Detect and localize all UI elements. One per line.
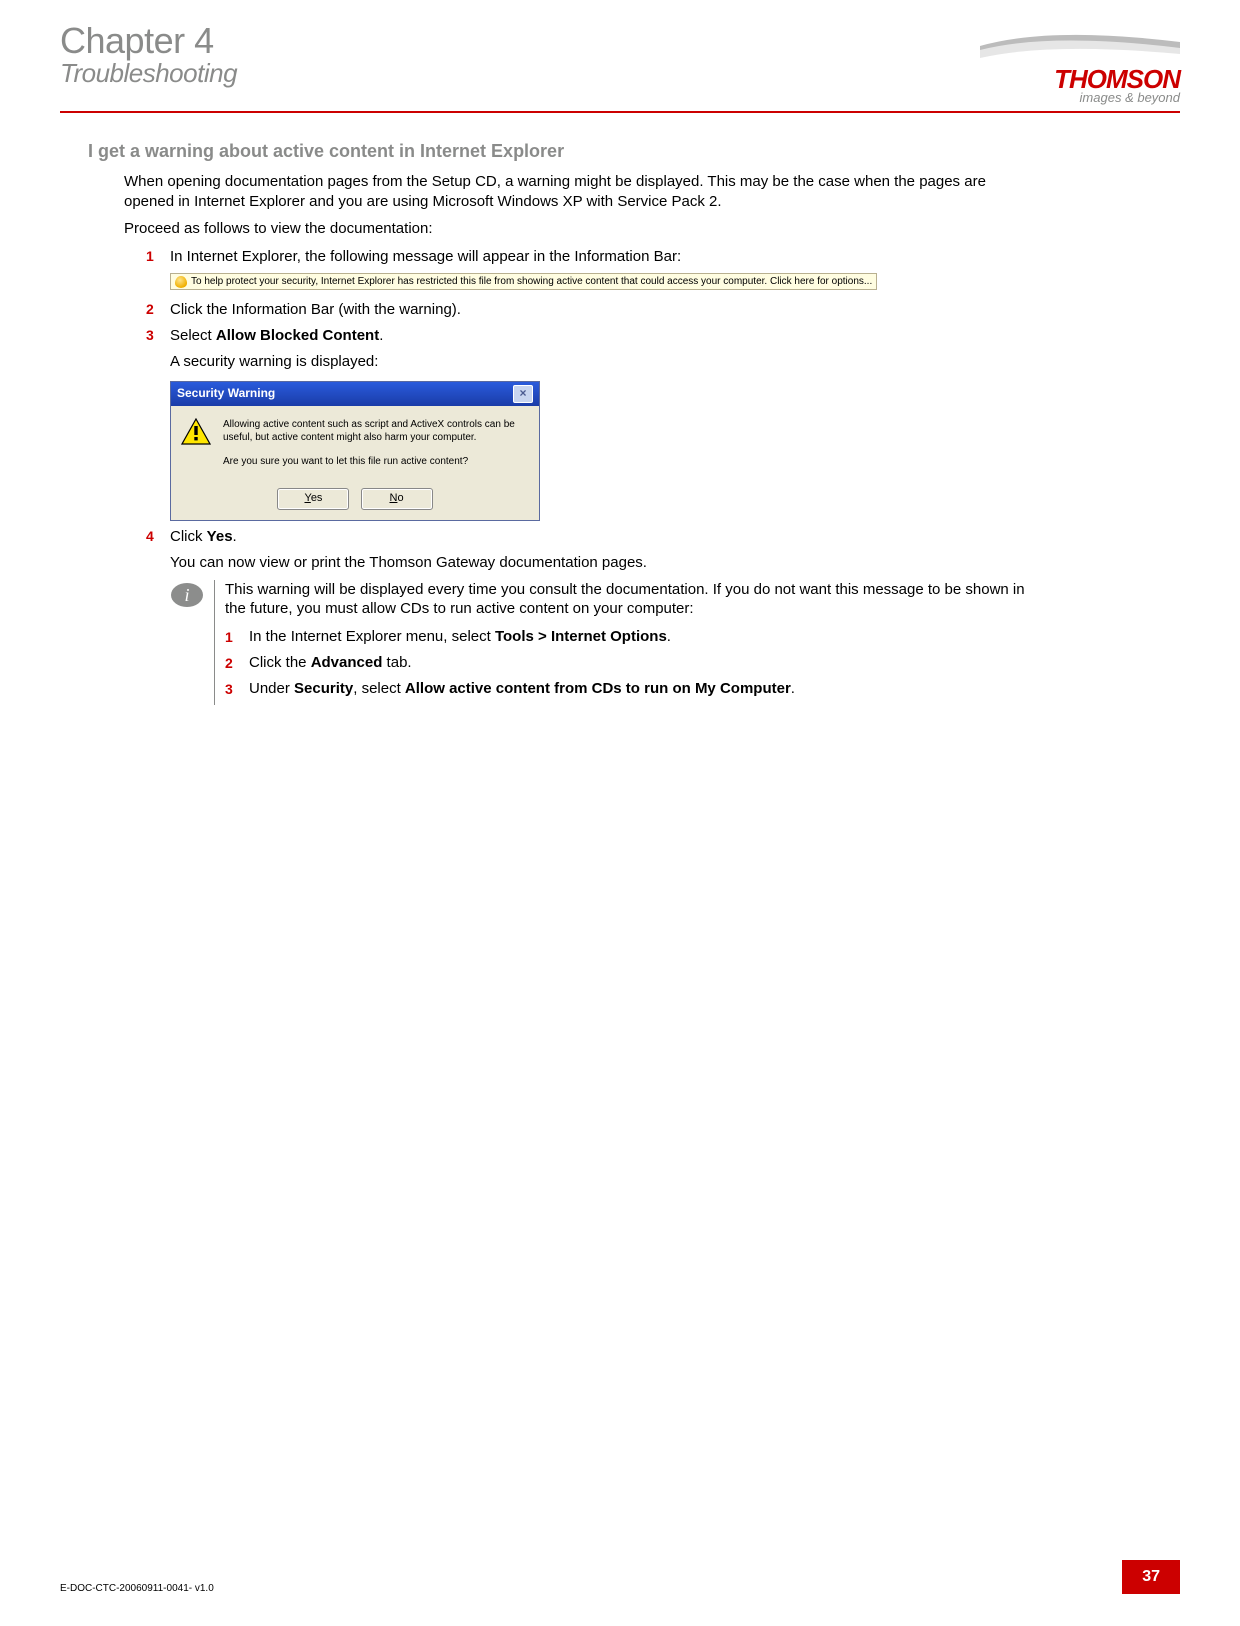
content-area: I get a warning about active content in … — [60, 141, 1180, 705]
page-number: 37 — [1122, 1560, 1180, 1594]
dialog-body: Allowing active content such as script a… — [171, 406, 539, 487]
n2-suffix: tab. — [382, 654, 411, 671]
step-number: 1 — [225, 627, 249, 647]
info-note: i This warning will be displayed every t… — [170, 580, 1040, 706]
warning-icon — [181, 418, 211, 446]
n3-mid: , select — [353, 680, 405, 697]
step-1: 1 In Internet Explorer, the following me… — [146, 247, 1040, 294]
step-4: 4 Click Yes. You can now view or print t… — [146, 527, 1040, 574]
n2-bold: Advanced — [311, 654, 383, 671]
svg-text:i: i — [184, 585, 189, 605]
step-text: In the Internet Explorer menu, select To… — [249, 627, 1040, 647]
info-icon: i — [170, 582, 204, 608]
section-heading: I get a warning about active content in … — [88, 141, 1040, 162]
dialog-line-2: Are you sure you want to let this file r… — [223, 455, 529, 469]
note-step-3: 3 Under Security, select Allow active co… — [225, 679, 1040, 699]
note-intro: This warning will be displayed every tim… — [225, 580, 1040, 619]
n1-bold: Tools > Internet Options — [495, 628, 667, 645]
n3-bold2: Allow active content from CDs to run on … — [405, 680, 791, 697]
brand-swoosh-graphic — [980, 32, 1180, 68]
section-body: When opening documentation pages from th… — [124, 172, 1040, 705]
swoosh-icon — [980, 32, 1180, 68]
dialog-buttons: Yes No — [171, 486, 539, 520]
dialog-title-text: Security Warning — [177, 385, 275, 401]
step-number: 3 — [225, 679, 249, 699]
step-text: Select Allow Blocked Content. A security… — [170, 326, 1040, 521]
yes-button: Yes — [277, 488, 349, 510]
n3-suffix: . — [791, 680, 795, 697]
step-1-text: In Internet Explorer, the following mess… — [170, 248, 681, 265]
step-3-bold: Allow Blocked Content — [216, 327, 379, 344]
n2-prefix: Click the — [249, 654, 311, 671]
header-rule — [60, 111, 1180, 113]
step-4-bold: Yes — [207, 528, 233, 545]
note-step-1: 1 In the Internet Explorer menu, select … — [225, 627, 1040, 647]
step-number: 1 — [146, 247, 170, 264]
brand-tagline: images & beyond — [980, 90, 1180, 105]
note-step-2: 2 Click the Advanced tab. — [225, 653, 1040, 673]
intro-paragraph-1: When opening documentation pages from th… — [124, 172, 1040, 211]
step-number: 3 — [146, 326, 170, 343]
n3-prefix: Under — [249, 680, 294, 697]
page-header: Chapter 4 Troubleshooting THOMSON images… — [60, 22, 1180, 105]
step-2: 2 Click the Information Bar (with the wa… — [146, 300, 1040, 320]
chapter-subtitle: Troubleshooting — [60, 58, 237, 89]
dialog-line-1: Allowing active content such as script a… — [223, 418, 529, 445]
header-left: Chapter 4 Troubleshooting — [60, 22, 237, 89]
document-page: Chapter 4 Troubleshooting THOMSON images… — [0, 0, 1240, 1626]
step-3: 3 Select Allow Blocked Content. A securi… — [146, 326, 1040, 521]
shield-icon — [175, 276, 187, 288]
step-number: 2 — [225, 653, 249, 673]
page-footer: E-DOC-CTC-20060911-0041- v1.0 37 — [60, 1560, 1180, 1594]
document-id: E-DOC-CTC-20060911-0041- v1.0 — [60, 1583, 214, 1594]
step-3-suffix: . — [379, 327, 383, 344]
n3-bold1: Security — [294, 680, 353, 697]
step-4-prefix: Click — [170, 528, 207, 545]
n1-prefix: In the Internet Explorer menu, select — [249, 628, 495, 645]
security-warning-dialog: Security Warning × — [170, 381, 540, 522]
dialog-title-bar: Security Warning × — [171, 382, 539, 406]
step-text: Click Yes. You can now view or print the… — [170, 527, 1040, 574]
n1-suffix: . — [667, 628, 671, 645]
infobar-text: To help protect your security, Internet … — [191, 275, 872, 289]
no-button: No — [361, 488, 433, 510]
step-number: 2 — [146, 300, 170, 317]
step-3-sub: A security warning is displayed: — [170, 352, 1040, 372]
ie-information-bar: To help protect your security, Internet … — [170, 273, 877, 291]
brand-name: THOMSON — [980, 66, 1180, 92]
chapter-title: Chapter 4 — [60, 22, 237, 60]
header-brand: THOMSON images & beyond — [980, 22, 1180, 105]
intro-paragraph-2: Proceed as follows to view the documenta… — [124, 219, 1040, 239]
step-text: Under Security, select Allow active cont… — [249, 679, 1040, 699]
dialog-text: Allowing active content such as script a… — [223, 418, 529, 479]
step-text: Click the Advanced tab. — [249, 653, 1040, 673]
note-content: This warning will be displayed every tim… — [214, 580, 1040, 706]
step-4-sub: You can now view or print the Thomson Ga… — [170, 553, 1040, 573]
step-text: In Internet Explorer, the following mess… — [170, 247, 1040, 294]
step-4-suffix: . — [233, 528, 237, 545]
step-number: 4 — [146, 527, 170, 544]
close-icon: × — [513, 385, 533, 403]
step-3-prefix: Select — [170, 327, 216, 344]
step-2-text: Click the Information Bar (with the warn… — [170, 300, 1040, 320]
